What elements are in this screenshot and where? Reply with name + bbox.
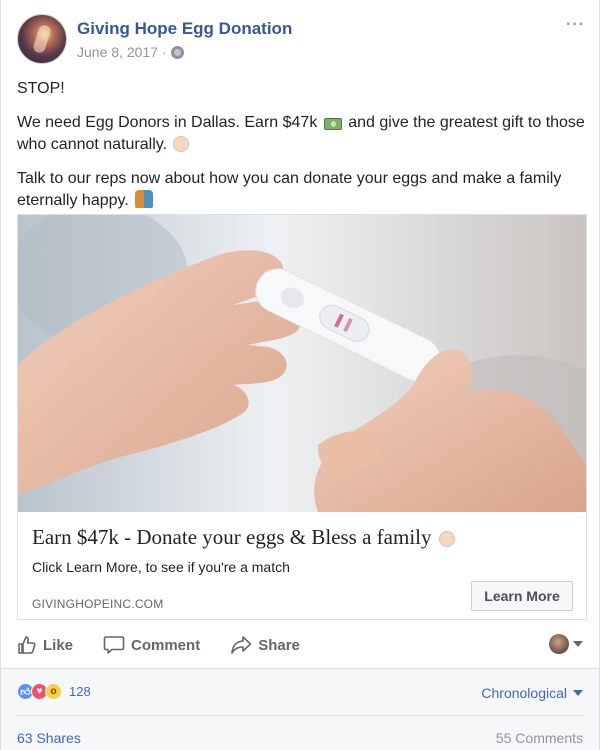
like-button[interactable]: Like <box>17 635 73 655</box>
link-title[interactable]: Earn $47k - Donate your eggs & Bless a f… <box>32 525 455 550</box>
comment-button[interactable]: Comment <box>103 635 200 655</box>
comments-count-link[interactable]: 55 Comments <box>496 730 583 746</box>
comment-label: Comment <box>131 636 201 654</box>
reactions-summary[interactable]: 👍︎ ♥ o 128 <box>17 683 91 700</box>
post-paragraph: STOP! <box>17 80 65 97</box>
baby-emoji-icon <box>173 136 190 152</box>
like-label: Like <box>43 636 74 654</box>
engagement-summary: 👍︎ ♥ o 128 Chronological 63 Shares 55 Co… <box>1 668 599 750</box>
chevron-down-icon <box>573 690 583 696</box>
share-arrow-icon <box>231 636 252 654</box>
more-options-icon[interactable]: ··· <box>566 16 585 34</box>
money-emoji-icon <box>323 118 342 130</box>
reaction-count[interactable]: 128 <box>69 684 91 699</box>
comment-sort-dropdown[interactable]: Chronological <box>481 685 583 701</box>
shares-count-link[interactable]: 63 Shares <box>17 730 81 746</box>
page-name-link[interactable]: Giving Hope Egg Donation <box>77 19 292 39</box>
post-text-segment: Talk to our reps now about how you can d… <box>17 170 562 209</box>
post-as-selector[interactable] <box>549 634 583 654</box>
link-title-text: Earn $47k - Donate your eggs & Bless a f… <box>32 525 432 549</box>
sort-label: Chronological <box>481 685 567 701</box>
comment-icon <box>103 636 125 654</box>
thumbs-up-icon <box>18 636 36 654</box>
post-meta: June 8, 2017 · <box>77 44 184 60</box>
post-header: Giving Hope Egg Donation June 8, 2017 · … <box>17 14 585 68</box>
wow-reaction-icon: o <box>45 683 62 700</box>
meta-separator: · <box>161 44 167 60</box>
divider <box>17 715 583 716</box>
pregnancy-test-photo[interactable] <box>18 215 586 512</box>
photo-illustration <box>18 215 586 512</box>
link-description: Click Learn More, to see if you're a mat… <box>32 559 290 575</box>
chevron-down-icon <box>573 641 583 647</box>
page-avatar[interactable] <box>17 14 67 64</box>
link-domain: GIVINGHOPEINC.COM <box>32 597 164 611</box>
post-card: Giving Hope Egg Donation June 8, 2017 · … <box>0 0 600 750</box>
action-bar: Like Comment Share <box>17 624 583 666</box>
post-paragraph: Talk to our reps now about how you can d… <box>17 168 587 212</box>
family-emoji-icon <box>135 190 154 208</box>
post-text: STOP! We need Egg Donors in Dallas. Earn… <box>17 78 587 224</box>
link-preview-card[interactable]: Earn $47k - Donate your eggs & Bless a f… <box>17 214 587 620</box>
post-paragraph: We need Egg Donors in Dallas. Earn $47k … <box>17 112 587 156</box>
viewer-avatar <box>549 634 569 654</box>
learn-more-button[interactable]: Learn More <box>471 581 573 611</box>
share-button[interactable]: Share <box>230 635 300 655</box>
share-label: Share <box>258 636 300 654</box>
post-date[interactable]: June 8, 2017 <box>77 44 158 60</box>
globe-icon[interactable] <box>170 45 184 59</box>
post-text-segment: We need Egg Donors in Dallas. Earn $47k <box>17 114 318 131</box>
baby-emoji-icon <box>438 531 455 547</box>
